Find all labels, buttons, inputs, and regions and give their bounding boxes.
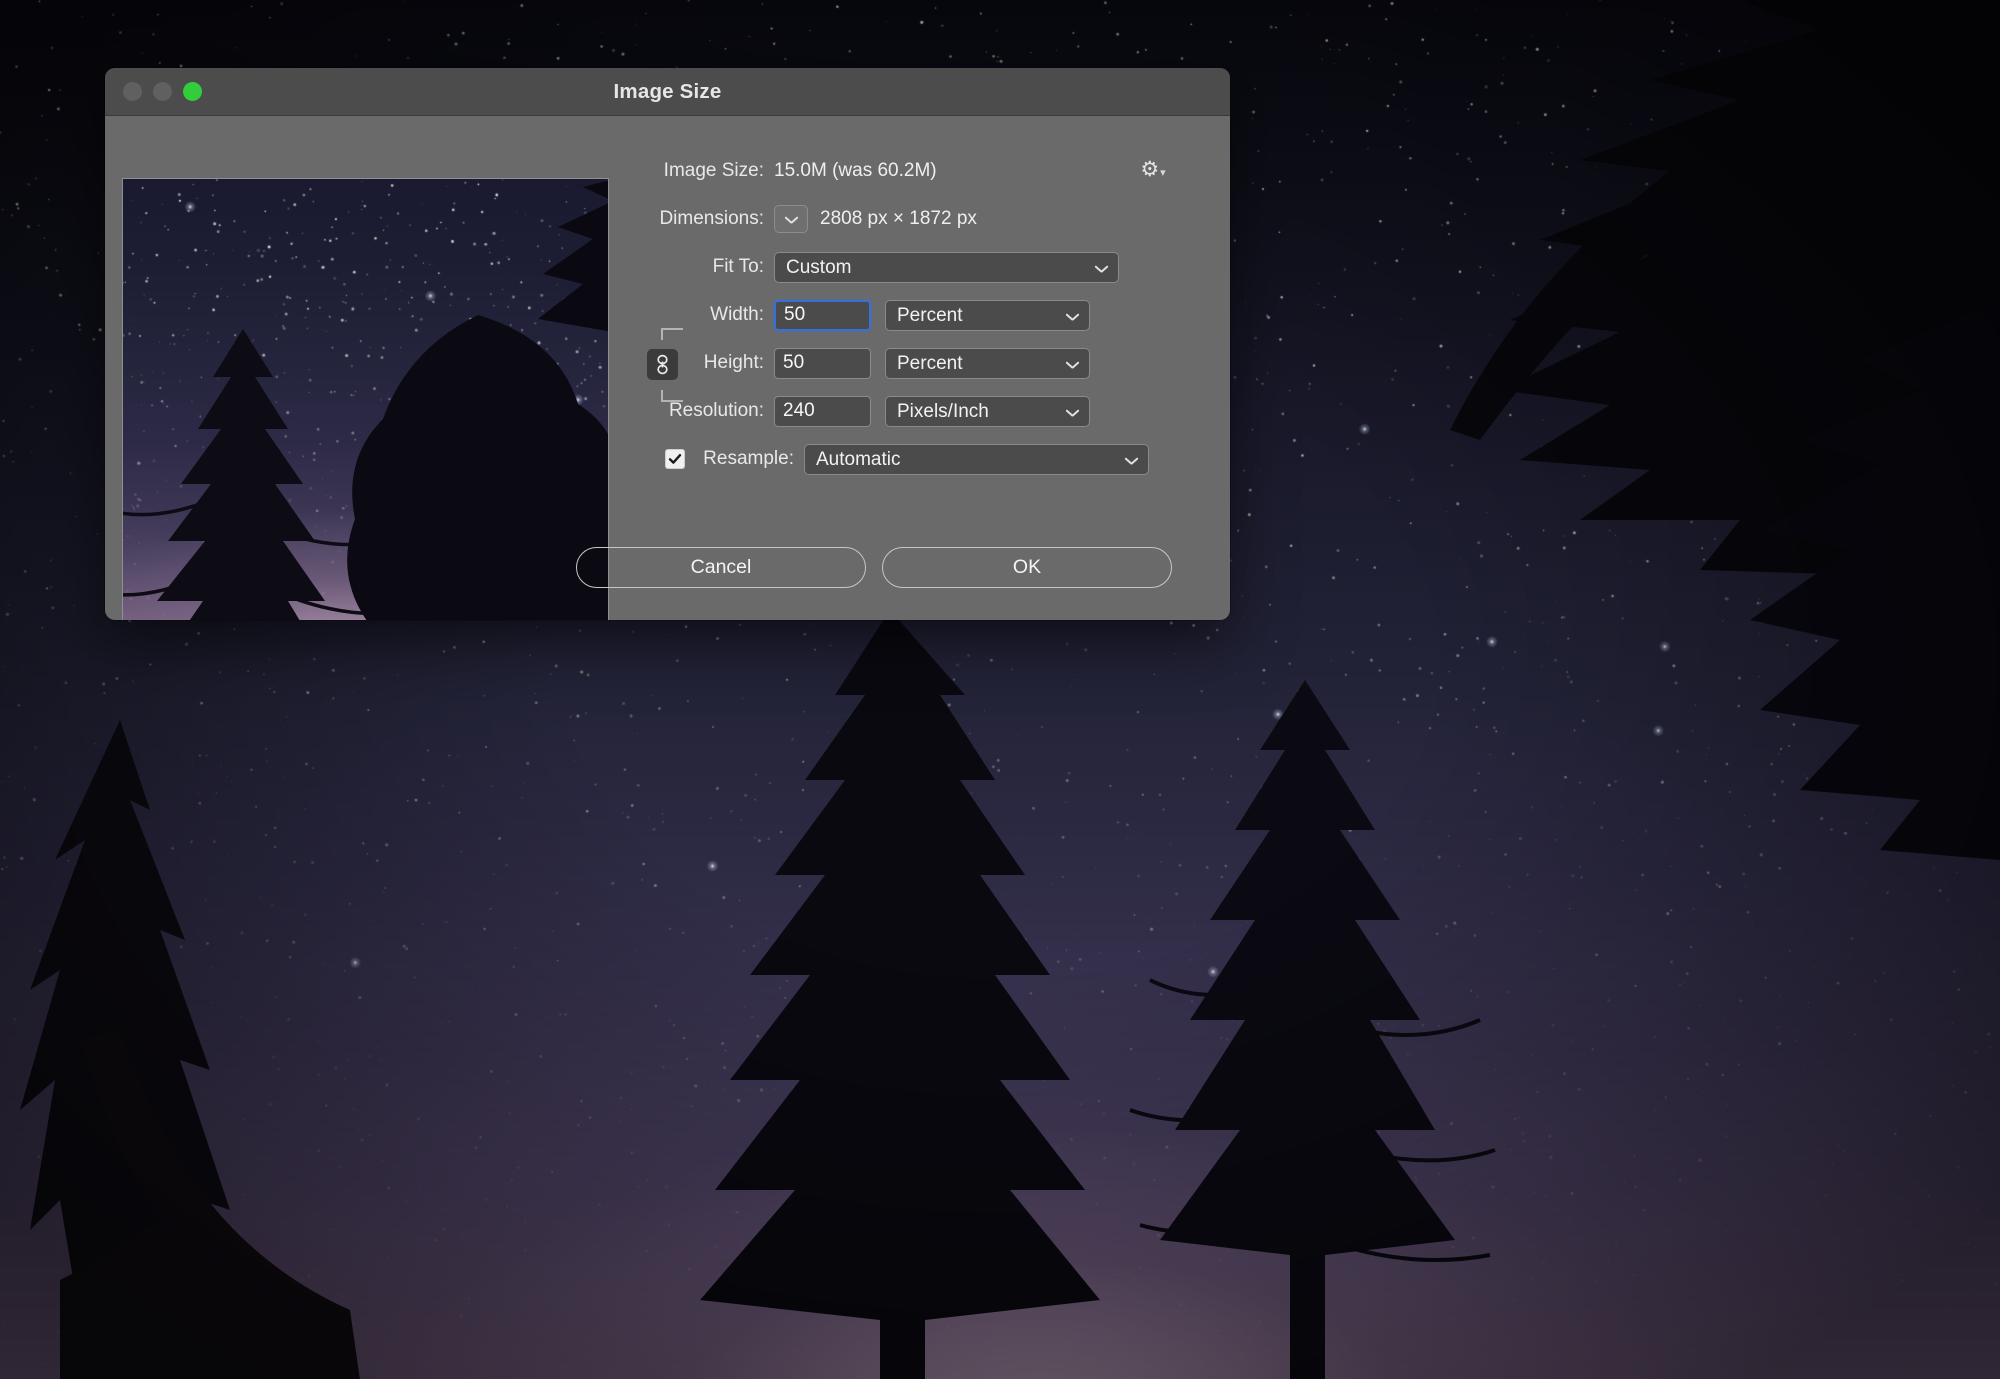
image-size-label: Image Size: <box>625 160 774 182</box>
checkmark-icon <box>668 452 682 466</box>
width-row: Width: PercentPixelsInchesCentimeters <box>625 298 1230 332</box>
chain-link-glyph <box>654 354 671 375</box>
chain-bracket-bottom <box>661 390 683 402</box>
image-size-value: 15.0M (was 60.2M) <box>774 160 937 182</box>
resolution-unit-wrapper: Pixels/InchPixels/Centimeter <box>885 396 1090 427</box>
image-size-dialog: Image Size <box>105 68 1230 620</box>
fit-to-select-wrapper: CustomOriginal Size <box>774 252 1119 283</box>
fit-to-label: Fit To: <box>625 256 774 278</box>
dimensions-disclosure-chevron-down-icon[interactable] <box>774 205 808 233</box>
height-input[interactable] <box>774 348 871 379</box>
gear-glyph: ⚙ <box>1140 159 1159 180</box>
constrain-proportions-group <box>647 328 683 402</box>
fit-to-row: Fit To: CustomOriginal Size <box>625 250 1230 284</box>
width-input[interactable] <box>774 300 871 331</box>
ok-button[interactable]: OK <box>882 547 1172 588</box>
chain-link-icon[interactable] <box>647 349 678 380</box>
height-unit-select[interactable]: PercentPixelsInchesCentimeters <box>885 348 1090 379</box>
window-controls <box>123 82 202 101</box>
image-size-row: Image Size: 15.0M (was 60.2M) ⚙ ▾ <box>625 158 1230 184</box>
resolution-label: Resolution: <box>625 400 774 422</box>
height-row: Height: PercentPixelsInchesCentimeters <box>625 346 1230 380</box>
width-unit-wrapper: PercentPixelsInchesCentimeters <box>885 300 1090 331</box>
resample-select[interactable]: AutomaticPreserve DetailsBicubic Smoothe… <box>804 444 1149 475</box>
minimize-button[interactable] <box>153 82 172 101</box>
dimensions-label: Dimensions: <box>625 208 774 230</box>
dialog-titlebar[interactable]: Image Size <box>105 68 1230 116</box>
resolution-input[interactable] <box>774 396 871 427</box>
fit-to-select[interactable]: CustomOriginal Size <box>774 252 1119 283</box>
resample-row: Resample: AutomaticPreserve DetailsBicub… <box>625 442 1230 476</box>
resample-select-wrapper: AutomaticPreserve DetailsBicubic Smoothe… <box>804 444 1149 475</box>
cancel-button[interactable]: Cancel <box>576 547 866 588</box>
resolution-unit-select[interactable]: Pixels/InchPixels/Centimeter <box>885 396 1090 427</box>
resample-checkbox[interactable] <box>665 449 685 469</box>
chain-bracket-top <box>661 328 683 340</box>
resample-label: Resample: <box>694 448 804 470</box>
chevron-down-icon <box>785 215 798 223</box>
close-button[interactable] <box>123 82 142 101</box>
window-title: Image Size <box>105 80 1230 104</box>
dialog-body: Image Size: 15.0M (was 60.2M) ⚙ ▾ Dimens… <box>105 116 1230 620</box>
image-size-form: Image Size: 15.0M (was 60.2M) ⚙ ▾ Dimens… <box>625 116 1230 620</box>
height-unit-wrapper: PercentPixelsInchesCentimeters <box>885 348 1090 379</box>
gear-icon[interactable]: ⚙ ▾ <box>1136 154 1170 184</box>
resolution-row: Resolution: Pixels/InchPixels/Centimeter <box>625 394 1230 428</box>
preview-branch-top-right <box>463 178 609 349</box>
dimensions-value: 2808 px × 1872 px <box>820 208 977 230</box>
width-unit-select[interactable]: PercentPixelsInchesCentimeters <box>885 300 1090 331</box>
dialog-buttons: Cancel OK <box>105 547 1172 588</box>
gear-caret-icon: ▾ <box>1160 166 1166 184</box>
width-label: Width: <box>625 304 774 326</box>
dimensions-row: Dimensions: 2808 px × 1872 px <box>625 202 1230 236</box>
zoom-button[interactable] <box>183 82 202 101</box>
